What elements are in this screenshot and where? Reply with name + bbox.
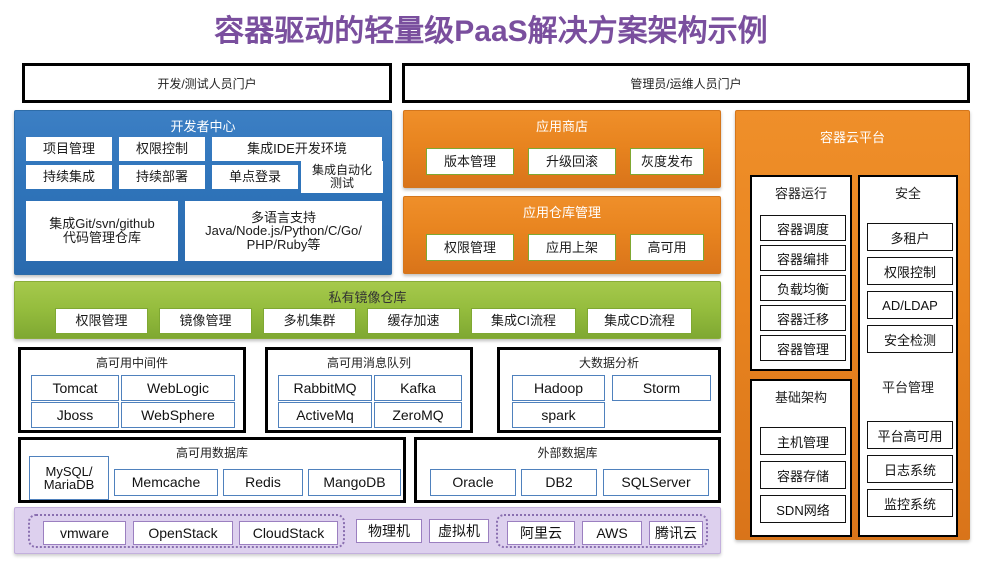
mq-chip-activemq[interactable]: ActiveMq [278,402,372,428]
dev-chip-cd[interactable]: 持续部署 [119,165,205,189]
cloud-chip-sdn-network[interactable]: SDN网络 [760,495,846,523]
bigdata-chip-spark[interactable]: spark [512,402,605,428]
middleware-title: 高可用中间件 [95,356,168,370]
portal-admin-ops-label: 管理员/运维人员门户 [630,76,742,91]
cloud-chip-multi-tenant[interactable]: 多租户 [867,223,953,251]
portal-dev-test-label: 开发/测试人员门户 [157,76,257,91]
cloud-chip-permission-control[interactable]: 权限控制 [867,257,953,285]
infra-chip-physical-machine[interactable]: 物理机 [356,519,422,543]
dev-chip-permission-control[interactable]: 权限控制 [119,137,205,161]
registry-chip-image-mgmt[interactable]: 镜像管理 [159,308,252,334]
message-queue-group: 高可用消息队列 RabbitMQ Kafka ActiveMq ZeroMQ [265,347,473,433]
page-title: 容器驱动的轻量级PaaS解决方案架构示例 [214,15,768,48]
app-store-panel: 应用商店 版本管理 升级回滚 灰度发布 [403,110,721,188]
dev-chip-project-mgmt[interactable]: 项目管理 [26,137,112,161]
cloud-chip-platform-ha[interactable]: 平台高可用 [867,421,953,449]
infra-chip-vmware[interactable]: vmware [43,521,126,545]
mq-chip-zeromq[interactable]: ZeroMQ [374,402,462,428]
cloud-chip-log-system[interactable]: 日志系统 [867,455,953,483]
infra-chip-openstack[interactable]: OpenStack [133,521,233,545]
hadb-chip-memcache[interactable]: Memcache [114,469,218,496]
infra-group-public-cloud: 阿里云 AWS 腾讯云 [496,514,708,548]
cloud-chip-container-migration[interactable]: 容器迁移 [760,305,846,331]
architecture-diagram: 容器驱动的轻量级PaaS解决方案架构示例 开发/测试人员门户 管理员/运维人员门… [0,0,982,575]
registry-chip-cd-pipeline[interactable]: 集成CD流程 [587,308,692,334]
extdb-chip-sqlserver[interactable]: SQLServer [603,469,709,496]
cloud-chip-security-detection[interactable]: 安全检测 [867,325,953,353]
apprepo-chip-permission[interactable]: 权限管理 [426,234,514,261]
portal-admin-ops[interactable]: 管理员/运维人员门户 [402,63,970,103]
dev-chip-multilang[interactable]: 多语言支持 Java/Node.js/Python/C/Go/ PHP/Ruby… [185,201,382,261]
infra-group-private-cloud: vmware OpenStack CloudStack [28,514,345,548]
dev-chip-sso[interactable]: 单点登录 [212,165,298,189]
app-repo-panel: 应用仓库管理 权限管理 应用上架 高可用 [403,196,721,274]
middleware-chip-weblogic[interactable]: WebLogic [121,375,235,401]
cloud-chip-container-storage[interactable]: 容器存储 [760,461,846,489]
external-database-group: 外部数据库 Oracle DB2 SQLServer [414,437,721,503]
registry-chip-ci-pipeline[interactable]: 集成CI流程 [471,308,576,334]
hadb-chip-mysql-mariadb[interactable]: MySQL/ MariaDB [29,456,109,500]
message-queue-title: 高可用消息队列 [326,356,411,370]
hadb-chip-redis[interactable]: Redis [223,469,303,496]
developer-center-panel: 开发者中心 项目管理 权限控制 集成IDE开发环境 持续集成 持续部署 单点登录… [14,110,392,275]
dev-chip-scm[interactable]: 集成Git/svn/github 代码管理仓库 [26,201,178,261]
appstore-chip-gray-release[interactable]: 灰度发布 [630,148,704,175]
cloud-chip-container-scheduling[interactable]: 容器调度 [760,215,846,241]
apprepo-chip-publish[interactable]: 应用上架 [528,234,616,261]
registry-chip-cache-accel[interactable]: 缓存加速 [367,308,460,334]
registry-chip-permission[interactable]: 权限管理 [55,308,148,334]
infrastructure-band: vmware OpenStack CloudStack 物理机 虚拟机 阿里云 … [14,507,721,554]
middleware-chip-websphere[interactable]: WebSphere [121,402,235,428]
dev-chip-auto-test[interactable]: 集成自动化 测试 [301,161,383,193]
extdb-chip-db2[interactable]: DB2 [521,469,597,496]
bigdata-chip-storm[interactable]: Storm [612,375,711,401]
cloud-panel-platform-mgmt-title: 平台管理 [881,380,934,395]
ha-database-group: 高可用数据库 MySQL/ MariaDB Memcache Redis Man… [18,437,406,503]
app-store-title: 应用商店 [535,119,588,134]
extdb-chip-oracle[interactable]: Oracle [430,469,516,496]
infra-chip-cloudstack[interactable]: CloudStack [239,521,338,545]
cloud-chip-monitoring-system[interactable]: 监控系统 [867,489,953,517]
cloud-panel-infrastructure: 基础架构 主机管理 容器存储 SDN网络 [750,379,852,537]
infra-chip-tencent-cloud[interactable]: 腾讯云 [649,521,703,545]
container-cloud-title: 容器云平台 [819,130,885,145]
apprepo-chip-ha[interactable]: 高可用 [630,234,704,261]
cloud-chip-container-management[interactable]: 容器管理 [760,335,846,361]
hadb-chip-mangodb[interactable]: MangoDB [308,469,401,496]
appstore-chip-rollback[interactable]: 升级回滚 [528,148,616,175]
registry-chip-multi-cluster[interactable]: 多机集群 [263,308,356,334]
container-cloud-panel: 容器云平台 容器运行 容器调度 容器编排 负载均衡 容器迁移 容器管理 安全 多… [735,110,970,540]
big-data-group: 大数据分析 Hadoop Storm spark [497,347,721,433]
portal-dev-test[interactable]: 开发/测试人员门户 [22,63,392,103]
appstore-chip-version[interactable]: 版本管理 [426,148,514,175]
middleware-chip-tomcat[interactable]: Tomcat [31,375,119,401]
dev-chip-ci[interactable]: 持续集成 [26,165,112,189]
cloud-chip-load-balancing[interactable]: 负载均衡 [760,275,846,301]
private-registry-title: 私有镜像仓库 [328,290,407,305]
dev-chip-ide-env[interactable]: 集成IDE开发环境 [212,137,382,161]
infra-chip-aliyun[interactable]: 阿里云 [507,521,575,545]
cloud-chip-container-orchestration[interactable]: 容器编排 [760,245,846,271]
cloud-chip-host-management[interactable]: 主机管理 [760,427,846,455]
cloud-panel-infrastructure-title: 基础架构 [774,390,827,405]
mq-chip-kafka[interactable]: Kafka [374,375,462,401]
bigdata-chip-hadoop[interactable]: Hadoop [512,375,605,401]
middleware-group: 高可用中间件 Tomcat WebLogic Jboss WebSphere [18,347,246,433]
infra-chip-aws[interactable]: AWS [582,521,642,545]
external-database-title: 外部数据库 [537,446,598,460]
cloud-panel-security-title: 安全 [894,186,921,201]
developer-center-title: 开发者中心 [170,119,236,134]
cloud-panel-container-runtime-title: 容器运行 [774,186,827,201]
app-repo-title: 应用仓库管理 [522,205,601,220]
mq-chip-rabbitmq[interactable]: RabbitMQ [278,375,372,401]
cloud-chip-ad-ldap[interactable]: AD/LDAP [867,291,953,319]
big-data-title: 大数据分析 [578,356,639,370]
middleware-chip-jboss[interactable]: Jboss [31,402,119,428]
infra-chip-virtual-machine[interactable]: 虚拟机 [429,519,489,543]
cloud-panel-security-platform: 安全 多租户 权限控制 AD/LDAP 安全检测 平台管理 平台高可用 日志系统… [858,175,958,537]
private-registry-panel: 私有镜像仓库 权限管理 镜像管理 多机集群 缓存加速 集成CI流程 集成CD流程 [14,281,721,339]
cloud-panel-container-runtime: 容器运行 容器调度 容器编排 负载均衡 容器迁移 容器管理 [750,175,852,371]
